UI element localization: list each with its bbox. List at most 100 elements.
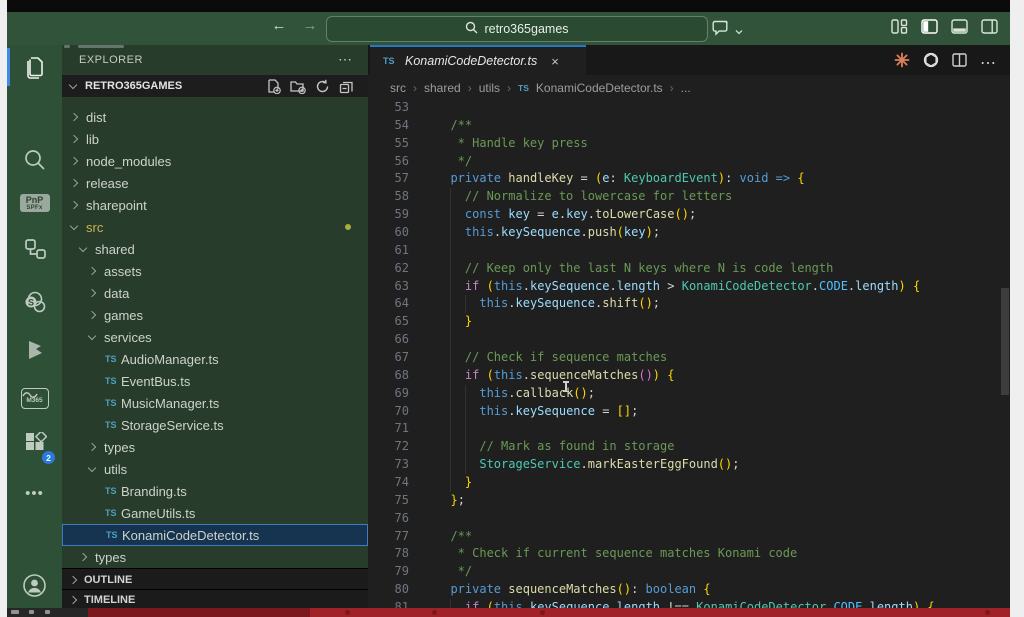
power-platform-view-icon[interactable] [7, 328, 62, 372]
tree-item-data[interactable]: data [62, 282, 368, 304]
code-line-64[interactable]: 64 this.keySequence.shift(); [368, 295, 1010, 313]
toggle-secondary-sidebar-icon[interactable] [981, 19, 998, 34]
new-file-icon[interactable] [266, 79, 281, 94]
pnp-spfx-view-icon[interactable]: PnPSPFx [7, 181, 62, 225]
indent-guide [450, 367, 451, 385]
tree-item-sharepoint[interactable]: sharepoint [62, 194, 368, 216]
timeline-section[interactable]: TIMELINE [62, 589, 368, 609]
indent-guide [450, 403, 451, 421]
breadcrumb-item[interactable]: shared [424, 81, 461, 95]
code-line-70[interactable]: 70 this.keySequence = []; [368, 403, 1010, 421]
code-line-76[interactable]: 76 [368, 510, 1010, 528]
breadcrumb-item[interactable]: utils [479, 81, 500, 95]
editor-more-actions-icon[interactable]: ⋯ [980, 53, 996, 73]
top-black-strip [7, 0, 1010, 12]
code-line-71[interactable]: 71 [368, 420, 1010, 438]
code-line-77[interactable]: 77 /** [368, 528, 1010, 546]
claude-extension-icon[interactable] [894, 52, 910, 73]
code-line-75[interactable]: 75 }; [368, 492, 1010, 510]
code-line-74[interactable]: 74 } [368, 474, 1010, 492]
code-line-78[interactable]: 78 * Check if current sequence matches K… [368, 545, 1010, 563]
account-icon[interactable] [7, 563, 62, 607]
explorer-sidebar: EXPLORER ⋯ RETRO365GAMES distlibnode_mod… [62, 45, 368, 608]
workspace-section-header[interactable]: RETRO365GAMES [62, 75, 368, 97]
tree-item-assets[interactable]: assets [62, 260, 368, 282]
explorer-more-actions-icon[interactable]: ⋯ [338, 51, 352, 68]
code-line-53[interactable]: 53 [368, 99, 1010, 117]
toggle-panel-icon[interactable] [951, 19, 968, 34]
tree-item-lib[interactable]: lib [62, 128, 368, 150]
tree-item-node-modules[interactable]: node_modules [62, 150, 368, 172]
tab-close-icon[interactable]: × [551, 54, 559, 69]
sharepoint-view-icon[interactable]: S [7, 280, 62, 324]
explorer-view-icon[interactable] [7, 46, 62, 90]
breadcrumb-item[interactable]: ... [681, 81, 691, 95]
code-line-69[interactable]: 69 this.callback(); [368, 385, 1010, 403]
code-line-59[interactable]: 59 const key = e.key.toLowerCase(); [368, 206, 1010, 224]
code-line-56[interactable]: 56 */ [368, 153, 1010, 171]
code-line-79[interactable]: 79 */ [368, 563, 1010, 581]
code-editor[interactable]: 5354 /**55 * Handle key press56 */57 pri… [368, 99, 1010, 617]
breadcrumb-item[interactable]: src [390, 81, 406, 95]
tree-item-gameutils-ts[interactable]: TSGameUtils.ts [62, 502, 368, 524]
tree-item-musicmanager-ts[interactable]: TSMusicManager.ts [62, 392, 368, 414]
refresh-icon[interactable] [315, 79, 330, 94]
chat-dropdown-chevron-icon[interactable] [735, 22, 743, 40]
code-line-68[interactable]: 68 if (this.sequenceMatches()) { [368, 367, 1010, 385]
collapse-folders-icon[interactable] [339, 79, 354, 94]
tree-item-types[interactable]: types [62, 546, 368, 568]
new-folder-icon[interactable] [290, 79, 306, 94]
toggle-primary-sidebar-icon[interactable] [921, 19, 938, 34]
command-center-search[interactable]: retro365games [326, 16, 708, 42]
code-line-66[interactable]: 66 [368, 331, 1010, 349]
tab-konamicodedetector[interactable]: TS KonamiCodeDetector.ts × [370, 45, 586, 75]
tree-item-shared[interactable]: shared [62, 238, 368, 260]
code-text: // Normalize to lowercase for letters [436, 188, 732, 206]
tree-item-eventbus-ts[interactable]: TSEventBus.ts [62, 370, 368, 392]
tree-item-src[interactable]: src [62, 216, 368, 238]
code-line-60[interactable]: 60 this.keySequence.push(key); [368, 224, 1010, 242]
code-line-67[interactable]: 67 // Check if sequence matches [368, 349, 1010, 367]
line-number: 61 [368, 242, 409, 260]
code-line-72[interactable]: 72 // Mark as found in storage [368, 438, 1010, 456]
code-text: const key = e.key.toLowerCase(); [436, 206, 696, 224]
tree-item-games[interactable]: games [62, 304, 368, 326]
back-button[interactable]: ← [269, 17, 289, 34]
code-line-54[interactable]: 54 /** [368, 117, 1010, 135]
code-line-73[interactable]: 73 StorageService.markEasterEggFound(); [368, 456, 1010, 474]
code-line-57[interactable]: 57 private handleKey = (e: KeyboardEvent… [368, 170, 1010, 188]
code-line-65[interactable]: 65 } [368, 313, 1010, 331]
tree-item-konamicodedetector-ts[interactable]: TSKonamiCodeDetector.ts [62, 524, 368, 546]
openai-icon[interactable] [923, 52, 939, 73]
search-view-icon[interactable] [7, 137, 62, 181]
tree-item-utils[interactable]: utils [62, 458, 368, 480]
extensions-view-icon[interactable]: 2 [7, 422, 62, 466]
code-line-55[interactable]: 55 * Handle key press [368, 135, 1010, 153]
m365-view-icon[interactable]: M365 [7, 376, 62, 420]
code-line-62[interactable]: 62 // Keep only the last N keys where N … [368, 260, 1010, 278]
customize-layout-icon[interactable] [891, 19, 908, 34]
tree-item-types[interactable]: types [62, 436, 368, 458]
chevron-right-icon [70, 201, 78, 209]
tree-item-release[interactable]: release [62, 172, 368, 194]
tree-item-dist[interactable]: dist [62, 106, 368, 128]
code-line-80[interactable]: 80 private sequenceMatches(): boolean { [368, 581, 1010, 599]
editor-scrollbar[interactable] [1001, 288, 1009, 395]
code-line-61[interactable]: 61 [368, 242, 1010, 260]
tree-item-label: AudioManager.ts [121, 352, 219, 367]
modified-indicator-dot [345, 224, 351, 230]
tree-item-audiomanager-ts[interactable]: TSAudioManager.ts [62, 348, 368, 370]
hierarchy-view-icon[interactable] [7, 227, 62, 271]
code-text: // Keep only the last N keys where N is … [436, 260, 833, 278]
code-line-63[interactable]: 63 if (this.keySequence.length > KonamiC… [368, 278, 1010, 296]
split-editor-icon[interactable] [952, 53, 967, 72]
chat-icon[interactable] [712, 19, 731, 42]
breadcrumb-item[interactable]: KonamiCodeDetector.ts [536, 81, 663, 95]
outline-section[interactable]: OUTLINE [62, 568, 368, 590]
tree-item-storageservice-ts[interactable]: TSStorageService.ts [62, 414, 368, 436]
tree-item-services[interactable]: services [62, 326, 368, 348]
more-views-icon[interactable]: ••• [7, 471, 62, 515]
forward-button[interactable]: → [300, 17, 320, 34]
code-line-58[interactable]: 58 // Normalize to lowercase for letters [368, 188, 1010, 206]
tree-item-branding-ts[interactable]: TSBranding.ts [62, 480, 368, 502]
